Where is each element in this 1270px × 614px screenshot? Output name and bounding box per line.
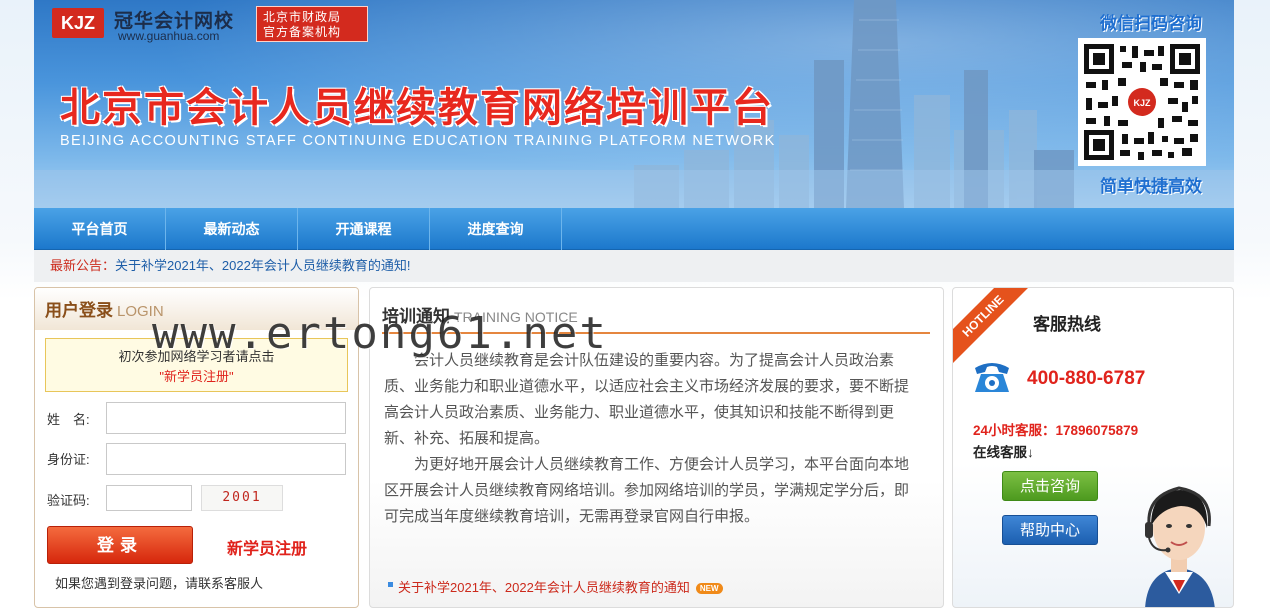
captcha-label: 验证码:	[47, 493, 90, 508]
help-center-button[interactable]: 帮助中心	[1002, 515, 1098, 545]
qr-caption-top: 微信扫码咨询	[1100, 14, 1202, 33]
captcha-image[interactable]: 2001	[201, 485, 283, 511]
captcha-input[interactable]	[106, 485, 192, 511]
training-news-link[interactable]: 关于补学2021年、2022年会计人员继续教育的通知 NEW	[388, 577, 723, 596]
brand-logo[interactable]: KJZ	[52, 8, 104, 38]
name-label: 姓 名:	[47, 412, 90, 427]
customer-service-panel: HOTLINE 客服热线 400-880-6787 24小时客服：1789607…	[952, 287, 1234, 608]
qr-caption-bottom: 简单快捷高效	[1100, 177, 1202, 196]
name-input[interactable]	[106, 402, 346, 434]
announcement-link[interactable]: 关于补学2021年、2022年会计人员继续教育的通知!	[115, 258, 410, 273]
service-title: 客服热线	[1033, 315, 1101, 334]
login-title: 用户登录	[45, 301, 113, 320]
nav-item-home[interactable]: 平台首页	[34, 208, 166, 250]
training-paragraph-1: 会计人员继续教育是会计队伍建设的重要内容。为了提高会计人员政治素质、业务能力和职…	[384, 352, 910, 447]
nav-item-courses[interactable]: 开通课程	[298, 208, 430, 250]
header-banner: KJZ 冠华会计网校 www.guanhua.com 北京市财政局 官方备案机构…	[34, 0, 1234, 208]
new-badge: NEW	[695, 583, 723, 595]
announcement-label: 最新公告：	[50, 258, 116, 273]
page-title: 北京市会计人员继续教育网络培训平台	[60, 86, 774, 130]
telephone-icon	[975, 363, 1009, 392]
online-service-label: 在线客服↓	[973, 445, 1034, 460]
watermark: www.ertong61.net	[152, 308, 608, 359]
stamp-line-1: 北京市财政局	[263, 10, 342, 24]
nav-item-progress[interactable]: 进度查询	[430, 208, 562, 250]
training-news-link-text[interactable]: 关于补学2021年、2022年会计人员继续教育的通知	[398, 580, 690, 595]
register-link[interactable]: 新学员注册	[227, 535, 307, 559]
training-paragraph-2: 为更好地开展会计人员继续教育工作、方便会计人员学习，本平台面向本地区开展会计人员…	[384, 456, 910, 525]
main-nav: 平台首页 最新动态 开通课程 进度查询	[34, 208, 1234, 250]
official-stamp: 北京市财政局 官方备案机构	[256, 6, 368, 42]
stamp-line-2: 官方备案机构	[263, 25, 342, 39]
consult-button[interactable]: 点击咨询	[1002, 471, 1098, 501]
service-24h-line: 24小时客服：17896075879	[973, 423, 1139, 438]
nav-item-news[interactable]: 最新动态	[166, 208, 298, 250]
qr-center-logo: KJZ	[1133, 98, 1151, 108]
hotline-number: 400-880-6787	[1027, 368, 1146, 389]
id-input[interactable]	[106, 443, 346, 475]
login-button[interactable]: 登录	[47, 526, 193, 564]
hotline-ribbon: HOTLINE	[953, 288, 1034, 367]
training-body: 会计人员继续教育是会计队伍建设的重要内容。为了提高会计人员政治素质、业务能力和职…	[384, 348, 916, 530]
page-subtitle: BEIJING ACCOUNTING STAFF CONTINUING EDUC…	[60, 133, 776, 149]
announcement-bar: 最新公告：关于补学2021年、2022年会计人员继续教育的通知!	[34, 250, 1234, 282]
id-label: 身份证:	[47, 452, 90, 467]
login-tip-register[interactable]: "新学员注册"	[46, 367, 347, 387]
customer-service-agent-image	[1145, 486, 1215, 607]
wechat-qr-code: KJZ	[1078, 38, 1206, 166]
login-help-text: 如果您遇到登录问题，请联系客服人	[55, 576, 264, 591]
brand-url: www.guanhua.com	[118, 29, 220, 43]
